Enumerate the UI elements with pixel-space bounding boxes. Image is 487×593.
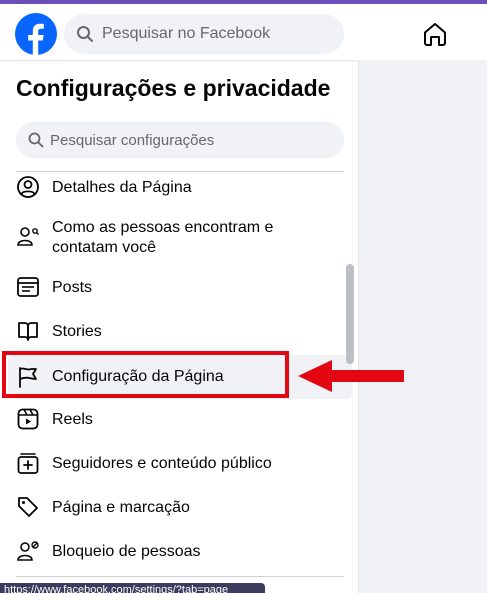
settings-item-label: Como as pessoas encontram e contatam voc… — [52, 219, 274, 256]
settings-item-label: Detalhes da Página — [52, 179, 192, 196]
user-circle-icon — [17, 176, 39, 198]
settings-search-input[interactable]: Pesquisar configurações — [16, 122, 344, 158]
page-title: Configurações e privacidade — [16, 75, 331, 101]
tag-icon — [18, 497, 38, 517]
highlight-annotation-box — [2, 351, 289, 398]
reels-icon — [17, 408, 39, 430]
settings-item-label: Posts — [52, 279, 93, 296]
settings-item-page-tagging[interactable]: Página e marcação — [8, 492, 352, 524]
public-content-icon — [17, 453, 39, 474]
settings-item-discovery-contact[interactable]: Como as pessoas encontram e contatam voc… — [8, 212, 352, 262]
facebook-search-input[interactable]: Pesquisar no Facebook — [64, 14, 344, 54]
search-icon — [28, 132, 44, 148]
link-status-bar: https://www.facebook.com/settings/?tab=p… — [0, 583, 265, 593]
settings-item-page-details[interactable]: Detalhes da Página — [8, 172, 352, 204]
red-arrow-annotation-icon — [298, 360, 404, 392]
settings-item-label: Bloqueio de pessoas — [52, 543, 201, 560]
search-icon — [77, 26, 93, 42]
settings-search-placeholder: Pesquisar configurações — [50, 131, 215, 149]
book-open-icon — [18, 322, 38, 341]
content-area — [359, 60, 487, 593]
status-url: https://www.facebook.com/settings/?tab=p… — [4, 584, 229, 593]
settings-item-followers-public-content[interactable]: Seguidores e conteúdo público — [8, 448, 352, 480]
settings-scrollbar[interactable] — [346, 264, 354, 364]
settings-item-posts[interactable]: Posts — [8, 272, 352, 304]
settings-item-reels[interactable]: Reels — [8, 404, 352, 436]
facebook-search-placeholder: Pesquisar no Facebook — [102, 25, 271, 42]
block-people-icon — [17, 541, 39, 561]
settings-item-stories[interactable]: Stories — [8, 316, 352, 348]
top-navigation-bar: Pesquisar no Facebook — [0, 4, 487, 60]
home-icon[interactable] — [421, 20, 449, 48]
settings-item-label: Reels — [52, 411, 93, 428]
settings-item-blocking[interactable]: Bloqueio de pessoas — [8, 536, 352, 568]
facebook-logo-icon[interactable] — [15, 13, 57, 55]
panel-divider — [358, 60, 359, 593]
settings-item-label: Página e marcação — [52, 499, 190, 516]
settings-item-label: Seguidores e conteúdo público — [52, 455, 272, 472]
settings-item-label: Stories — [52, 323, 102, 340]
divider — [16, 576, 344, 577]
posts-icon — [17, 277, 39, 297]
person-search-icon — [17, 227, 39, 246]
